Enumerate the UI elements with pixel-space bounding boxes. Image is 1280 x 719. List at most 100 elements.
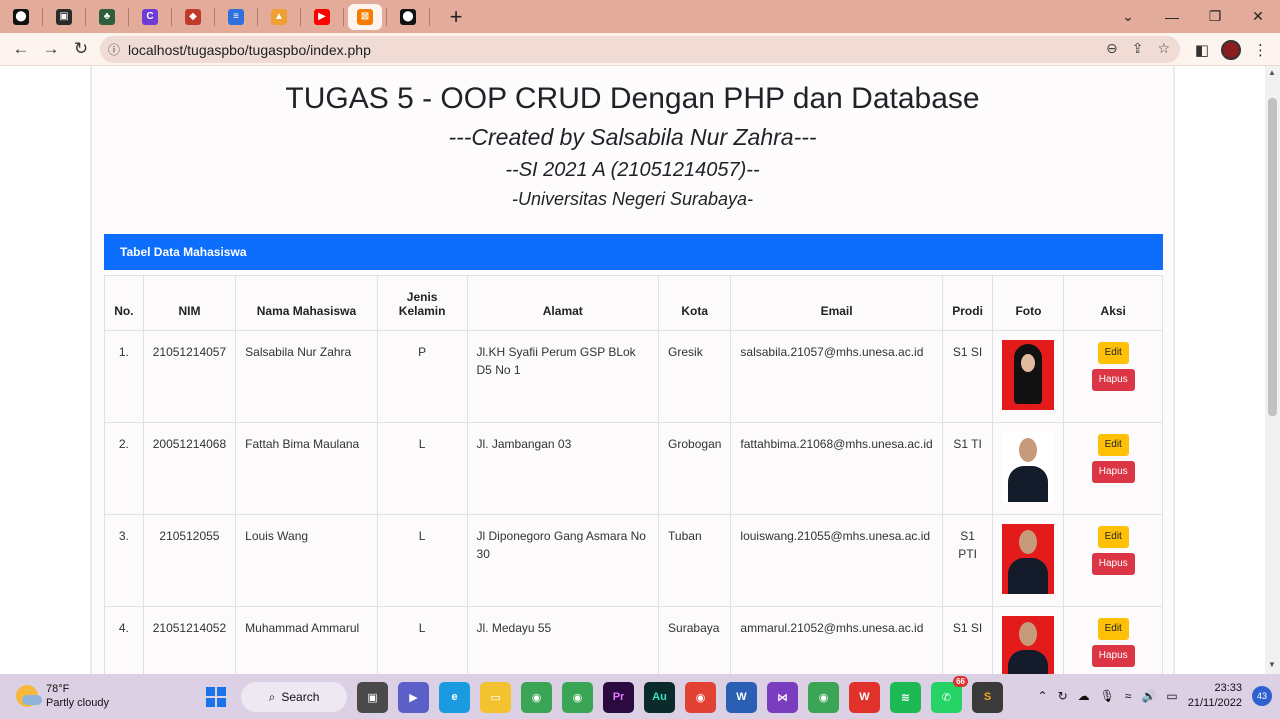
cell-kota: Surabaya [658, 606, 732, 674]
new-tab-button[interactable]: + [444, 5, 468, 28]
audition-icon[interactable]: Au [644, 681, 675, 713]
volume-icon[interactable]: 🔊 [1141, 689, 1156, 703]
cell-jk: L [376, 514, 468, 607]
edit-button[interactable]: Edit [1097, 618, 1129, 640]
cell-actions: Edit Hapus [1063, 606, 1163, 674]
minimize-icon[interactable]: — [1150, 0, 1194, 33]
edit-button[interactable]: Edit [1097, 434, 1129, 456]
whatsapp-icon[interactable]: ✆ 66 [931, 675, 968, 713]
browser-tab[interactable]: ⬤ [4, 4, 38, 30]
bookmark-star-icon[interactable]: ☆ [1157, 40, 1170, 57]
wps-icon[interactable]: W [849, 681, 880, 713]
github-icon: ⬤ [400, 8, 416, 25]
browser-tab[interactable]: ♣ [90, 4, 124, 30]
taskbar-search[interactable]: ⌕ Search [241, 682, 347, 712]
chat-icon[interactable]: ▶ [398, 681, 429, 713]
weather-widget[interactable]: 78°F Partly cloudy [16, 682, 109, 710]
sync-icon[interactable]: ↻ [1058, 689, 1068, 703]
browser-tab[interactable]: ▣ [47, 4, 81, 30]
xampp-icon: ⊠ [357, 8, 373, 25]
zoom-icon[interactable]: ⊖ [1106, 40, 1118, 57]
column-header: Alamat [466, 275, 660, 331]
scroll-down-icon[interactable]: ▼ [1268, 660, 1276, 669]
delete-button[interactable]: Hapus [1091, 553, 1135, 575]
chrome-active-icon[interactable]: ◉ [562, 681, 593, 713]
chevron-up-icon[interactable]: ⌃ [1038, 689, 1048, 703]
cell-kota: Grobogan [658, 422, 732, 515]
share-icon[interactable]: ⇪ [1132, 40, 1144, 57]
start-icon[interactable] [200, 682, 231, 713]
scrollbar[interactable]: ▲ ▼ [1265, 66, 1280, 674]
student-table: No. NIM Nama Mahasiswa Jenis Kelamin Alamat K… [104, 275, 1163, 674]
side-panel-icon[interactable]: ◧ [1195, 41, 1209, 59]
word-icon[interactable]: W [726, 681, 757, 713]
column-header: No. [104, 275, 144, 331]
battery-icon[interactable]: ▭ [1166, 689, 1177, 703]
avatar[interactable] [1221, 39, 1241, 60]
page-viewport: TUGAS 5 - OOP CRUD Dengan PHP dan Databa… [0, 66, 1265, 674]
clock[interactable]: 23:33 21/11/2022 [1188, 681, 1242, 711]
browser-tab[interactable]: ▶ [305, 4, 339, 30]
browser-tab[interactable]: ◆ [176, 4, 210, 30]
delete-button[interactable]: Hapus [1091, 369, 1135, 391]
browser-toolbar: ← → ↻ ⓘ localhost/tugaspbo/tugaspbo/inde… [0, 33, 1280, 66]
column-header: Aksi [1063, 275, 1163, 331]
chrome-profile-icon[interactable]: ◉ [685, 681, 716, 713]
reload-icon[interactable]: ↻ [66, 34, 96, 64]
table-header-row: No. NIM Nama Mahasiswa Jenis Kelamin Alamat K… [104, 275, 1163, 331]
cell-nim: 21051214052 [142, 606, 237, 674]
menu-icon[interactable]: ⋮ [1253, 41, 1268, 59]
task-view-icon[interactable]: ▣ [357, 681, 388, 713]
delete-button[interactable]: Hapus [1091, 645, 1135, 667]
search-icon: ⌕ [268, 689, 276, 704]
system-tray: ⌃ ↻ ☁ 🎙 ≈ 🔊 ▭ 23:33 21/11/2022 43 [1038, 681, 1272, 711]
edit-button[interactable]: Edit [1097, 342, 1129, 364]
cloud-icon[interactable]: ☁ [1078, 689, 1090, 703]
canva-icon: C [142, 8, 158, 25]
weather-icon [16, 685, 42, 707]
time: 23:33 [1214, 682, 1242, 694]
file-explorer-icon[interactable]: ▭ [480, 681, 511, 713]
app-icon: ▣ [56, 8, 72, 25]
browser-tab[interactable]: ▲ [262, 4, 296, 30]
visual-studio-icon[interactable]: ⋈ [767, 681, 798, 713]
back-icon[interactable]: ← [6, 34, 36, 64]
site-info-icon[interactable]: ⓘ [100, 41, 128, 58]
sublime-icon[interactable]: S [972, 681, 1003, 713]
github-icon: ⬤ [13, 8, 29, 25]
notification-badge[interactable]: 43 [1252, 686, 1272, 706]
cell-jk: L [376, 422, 468, 515]
cell-no: 2. [104, 422, 144, 515]
forward-icon[interactable]: → [36, 34, 66, 64]
edit-button[interactable]: Edit [1097, 526, 1129, 548]
spotify-icon[interactable]: ≋ [890, 681, 921, 713]
tab-separator [257, 7, 258, 26]
cell-nim: 21051214057 [142, 330, 237, 423]
browser-tab[interactable]: ⊠ [348, 3, 382, 30]
browser-tab[interactable]: ⬤ [391, 4, 425, 30]
tab-search-icon[interactable]: ⌄ [1106, 0, 1150, 33]
cell-actions: Edit Hapus [1063, 330, 1163, 423]
student-photo [1002, 524, 1055, 594]
maximize-icon[interactable]: ❐ [1193, 0, 1237, 33]
taskbar-apps: ⌕ Search ▣ ▶ e ▭ ◉ ◉ Pr Au ◉ W ⋈ ◉ W ≋ ✆… [200, 675, 1003, 713]
premiere-icon[interactable]: Pr [603, 681, 634, 713]
microphone-icon[interactable]: 🎙 [1100, 689, 1115, 703]
address-bar[interactable]: ⓘ localhost/tugaspbo/tugaspbo/index.php … [100, 36, 1180, 63]
chrome-icon[interactable]: ◉ [521, 681, 552, 713]
cell-no: 1. [104, 330, 144, 423]
browser-tab[interactable]: ≡ [219, 4, 253, 30]
cell-nim: 210512055 [142, 514, 237, 607]
chrome-secondary-icon[interactable]: ◉ [808, 681, 839, 713]
close-icon[interactable]: ✕ [1236, 0, 1280, 33]
cell-photo [992, 606, 1065, 674]
table-header-bar: Tabel Data Mahasiswa [104, 234, 1163, 270]
cell-alamat: Jl Diponegoro Gang Asmara No 30 [466, 514, 660, 607]
url-text[interactable]: localhost/tugaspbo/tugaspbo/index.php [128, 42, 371, 58]
scroll-thumb[interactable] [1268, 98, 1277, 416]
scroll-up-icon[interactable]: ▲ [1268, 68, 1276, 77]
edge-icon[interactable]: e [439, 681, 470, 713]
browser-tab[interactable]: C [133, 4, 167, 30]
wifi-icon[interactable]: ≈ [1125, 689, 1132, 703]
delete-button[interactable]: Hapus [1091, 461, 1135, 483]
